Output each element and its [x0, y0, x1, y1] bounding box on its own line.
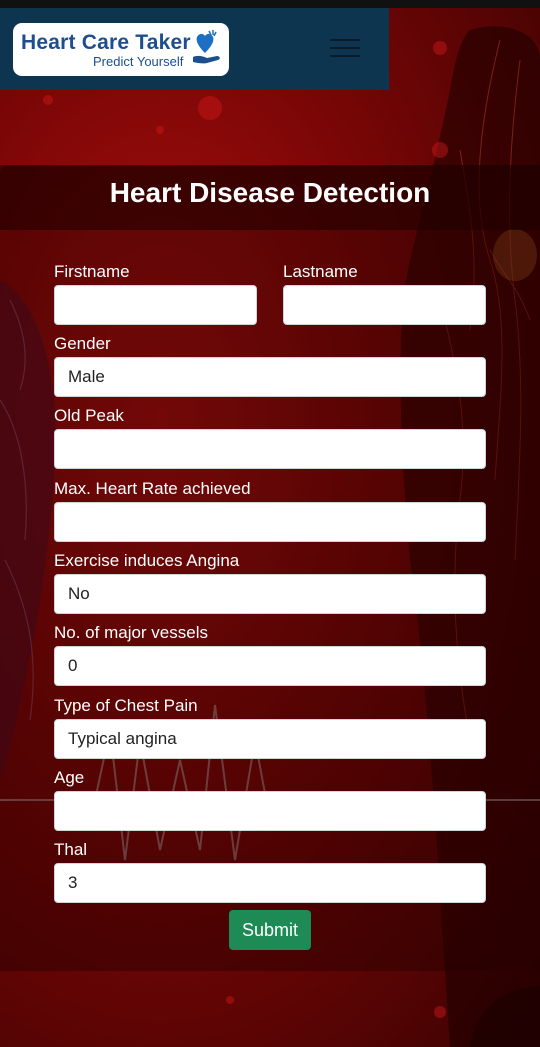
page-title: Heart Disease Detection	[109, 177, 431, 208]
lastname-label: Lastname	[283, 262, 358, 281]
major-vessels-label: No. of major vessels	[54, 623, 208, 642]
thal-select[interactable]: 3	[54, 863, 486, 903]
max-heart-rate-input[interactable]	[54, 502, 486, 542]
thal-label: Thal	[54, 840, 88, 859]
navbar: Heart Care Taker Predict Yourself	[0, 8, 389, 90]
firstname-label: Firstname	[54, 262, 130, 281]
lastname-input[interactable]	[283, 285, 486, 325]
age-input[interactable]	[54, 791, 486, 831]
hamburger-icon[interactable]	[330, 37, 360, 59]
old-peak-input[interactable]	[54, 429, 486, 469]
exercise-angina-label: Exercise induces Angina	[54, 551, 240, 570]
submit-button[interactable]: Submit	[229, 910, 311, 950]
gender-label: Gender	[54, 334, 111, 353]
max-heart-rate-label: Max. Heart Rate achieved	[54, 479, 251, 498]
chest-pain-select[interactable]: Typical angina	[54, 719, 486, 759]
heart-hand-icon	[193, 30, 220, 64]
firstname-input[interactable]	[54, 285, 257, 325]
brand-title: Heart Care Taker	[21, 31, 191, 54]
brand-subtitle: Predict Yourself	[93, 54, 184, 69]
age-label: Age	[54, 768, 85, 787]
gender-select[interactable]: Male	[54, 357, 486, 397]
major-vessels-select[interactable]: 0	[54, 646, 486, 686]
panel-header: Heart Disease Detection	[0, 165, 540, 230]
chest-pain-label: Type of Chest Pain	[54, 696, 198, 715]
old-peak-label: Old Peak	[54, 406, 124, 425]
exercise-angina-select[interactable]: No	[54, 574, 486, 614]
brand-logo-link[interactable]: Heart Care Taker Predict Yourself	[13, 23, 229, 76]
